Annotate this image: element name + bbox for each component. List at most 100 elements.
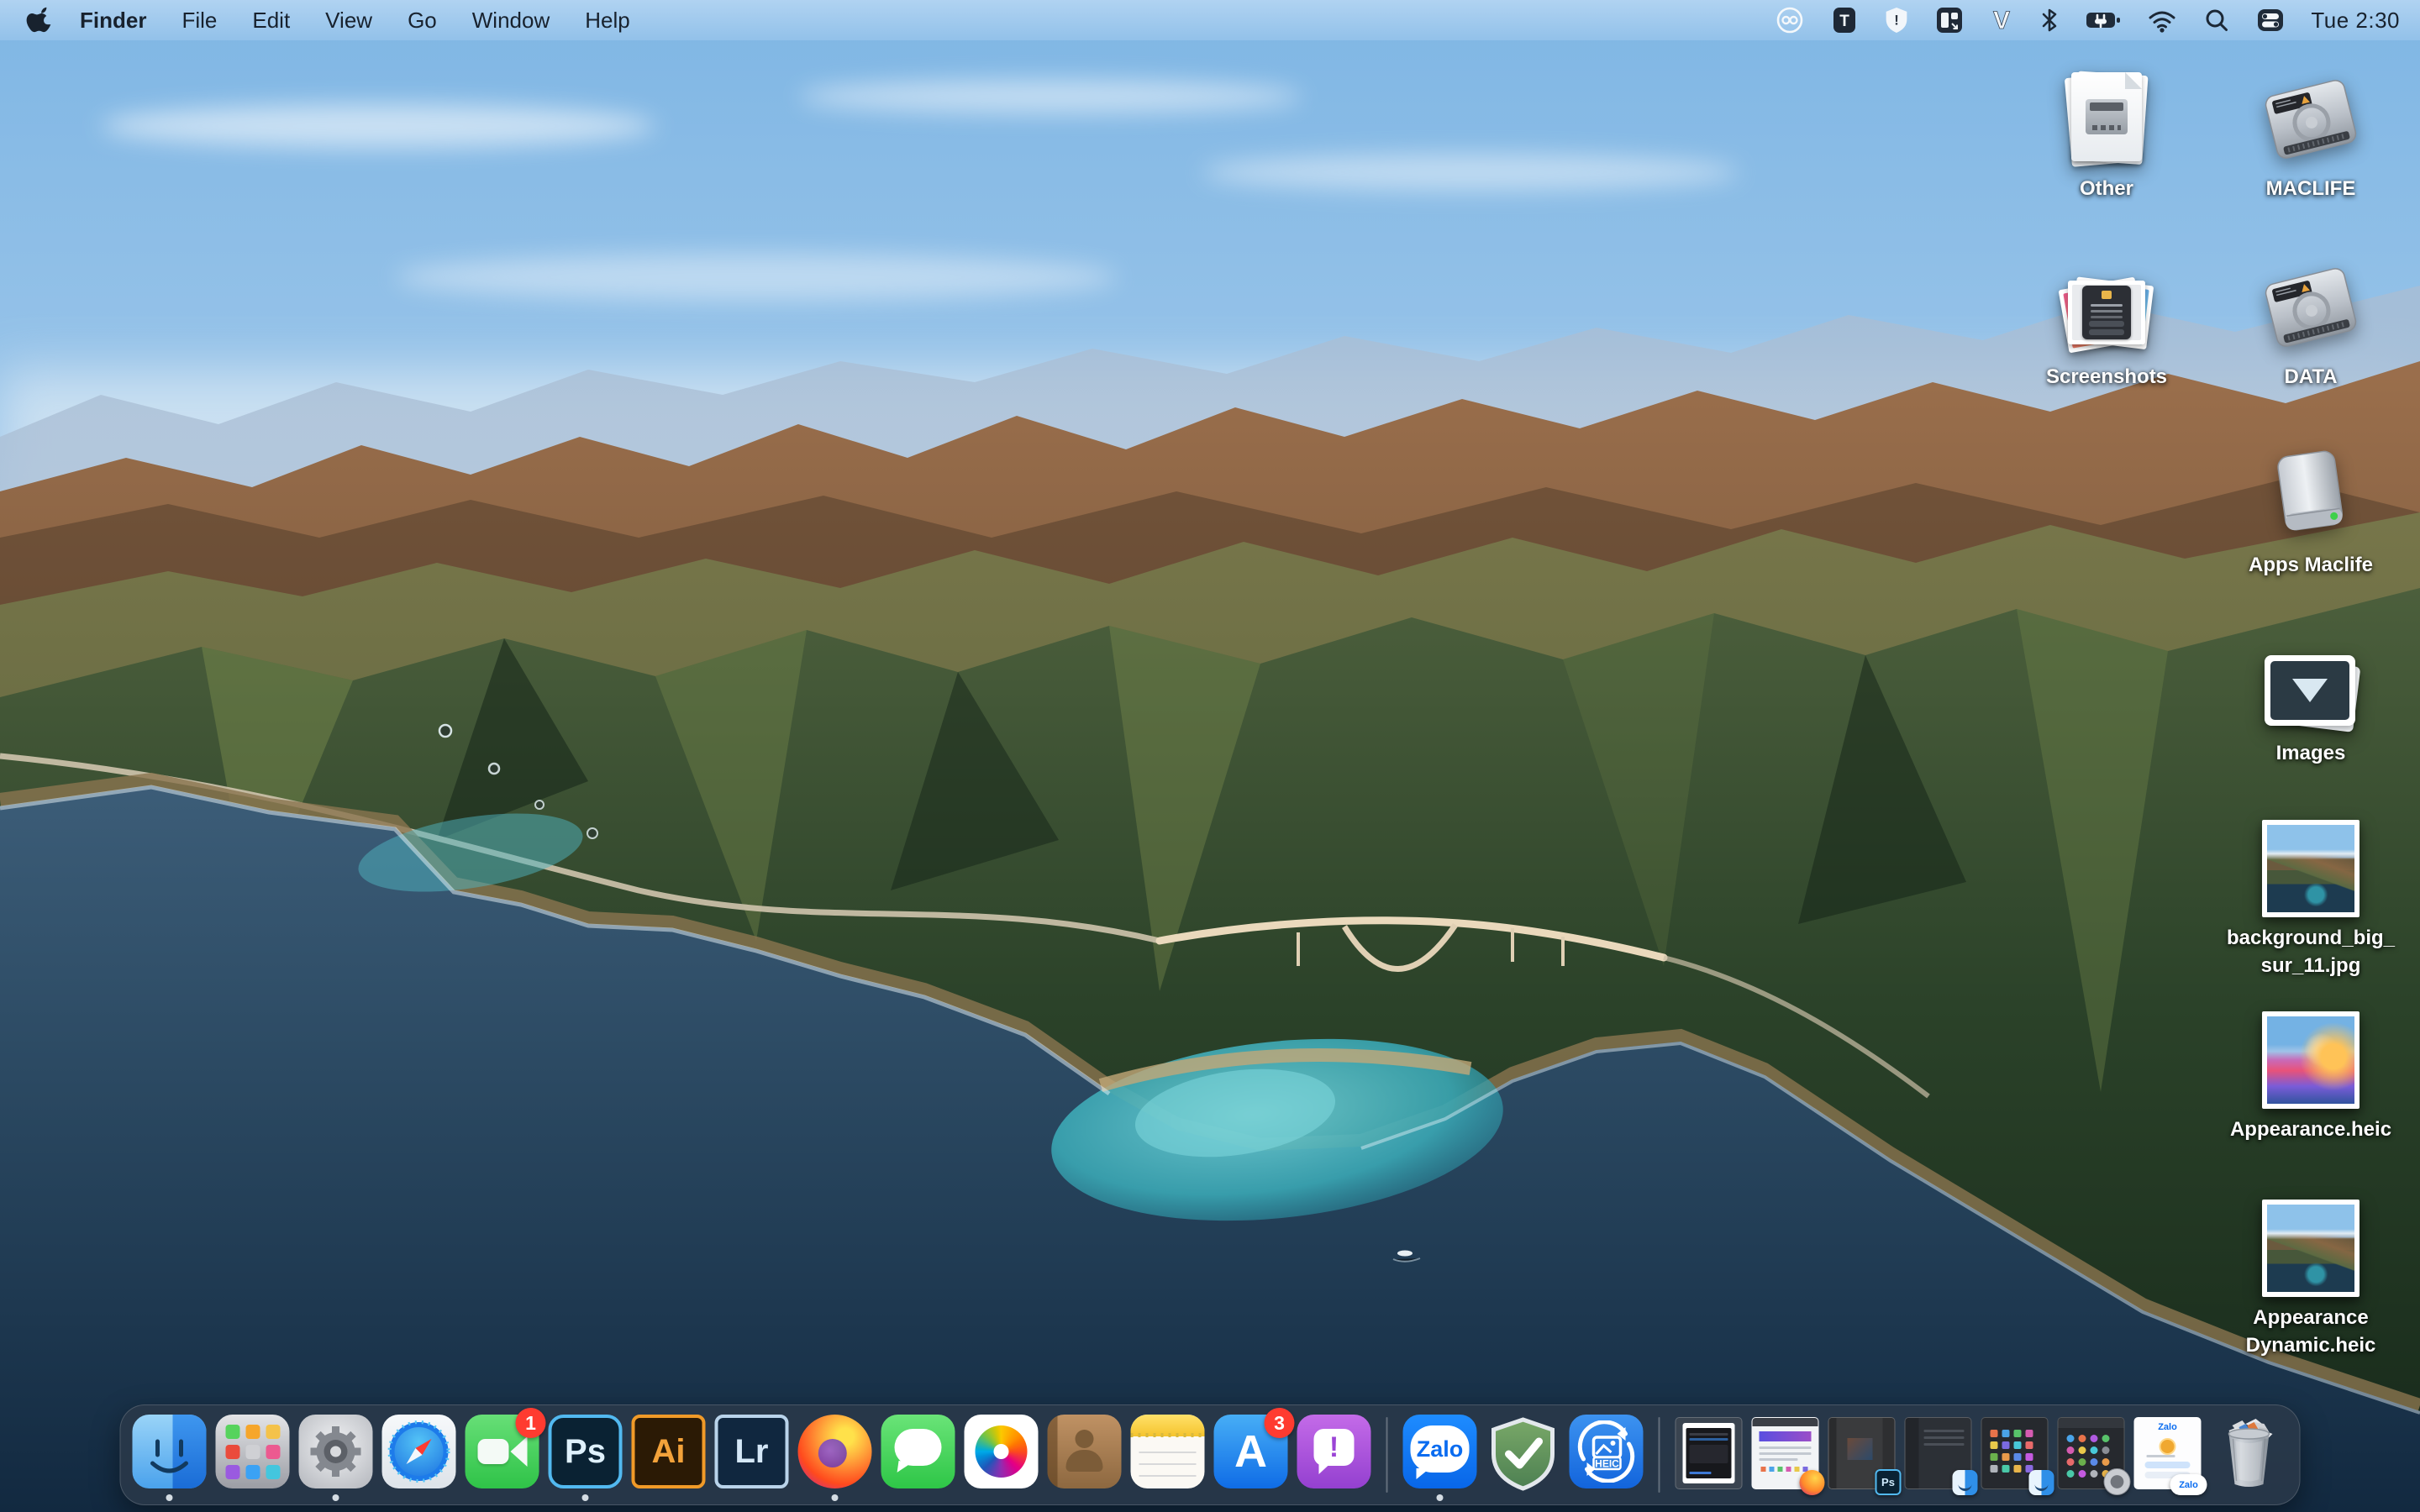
menu-help[interactable]: Help xyxy=(567,0,647,40)
minimized-window-finder-icons[interactable] xyxy=(1981,1417,2049,1489)
dock-app-notes[interactable] xyxy=(1131,1415,1205,1488)
desktop-item-images[interactable]: Images xyxy=(2222,627,2400,767)
battery-charging-icon[interactable] xyxy=(2086,5,2121,35)
dock-app-launchpad[interactable] xyxy=(216,1415,290,1488)
dock-app-messages[interactable] xyxy=(881,1415,955,1488)
dock-app-system-preferences[interactable] xyxy=(299,1415,373,1488)
dock-app-firefox[interactable] xyxy=(798,1415,872,1488)
exclamation-glyph: ! xyxy=(1314,1429,1355,1466)
launchpad-icon xyxy=(216,1415,290,1488)
apple-menu[interactable] xyxy=(15,6,62,34)
desktop-item-label: Appearance.heic xyxy=(2222,1116,2400,1143)
desktop-item-label: Appearance Dynamic.heic xyxy=(2222,1304,2400,1359)
spotlight-search-icon[interactable] xyxy=(2203,5,2230,35)
messages-icon xyxy=(881,1415,955,1488)
svg-text:T: T xyxy=(1840,13,1850,30)
dock-app-security-shield[interactable] xyxy=(1486,1415,1560,1488)
bluetooth-icon[interactable] xyxy=(2039,5,2060,35)
photos-icon xyxy=(965,1415,1039,1488)
minimized-window-photoshop[interactable]: Ps xyxy=(1828,1417,1896,1489)
wifi-icon[interactable] xyxy=(2147,5,2177,35)
running-indicator xyxy=(333,1494,339,1501)
dock-app-safari[interactable] xyxy=(382,1415,456,1488)
running-indicator xyxy=(582,1494,589,1501)
creative-cloud-icon[interactable] xyxy=(1775,5,1805,35)
desktop-item-label: DATA xyxy=(2222,363,2400,391)
lightroom-glyph: Lr xyxy=(735,1433,769,1471)
image-stack-icon xyxy=(2222,627,2400,732)
apple-logo-icon xyxy=(26,6,51,34)
dock-app-heic-converter[interactable]: HEIC xyxy=(1570,1415,1644,1488)
app-store-glyph: A xyxy=(1234,1425,1267,1478)
dock: 1 Ps Ai Lr xyxy=(120,1404,2301,1505)
zalo-glyph: Zalo xyxy=(1411,1425,1470,1473)
trash-full[interactable] xyxy=(2211,1414,2288,1491)
dock-app-illustrator[interactable]: Ai xyxy=(632,1415,706,1488)
dock-app-app-store[interactable]: A 3 xyxy=(1214,1415,1288,1488)
photoshop-badge-icon: Ps xyxy=(1876,1469,1902,1495)
document-stack-icon xyxy=(2018,62,2196,168)
image-file-icon xyxy=(2222,811,2400,917)
v-utility-icon[interactable]: V xyxy=(1990,5,2013,35)
system-preferences-icon xyxy=(299,1415,373,1488)
contacts-icon xyxy=(1048,1415,1122,1488)
dock-app-zalo[interactable]: Zalo xyxy=(1403,1415,1477,1488)
desktop-item-appearance-dynamic-heic[interactable]: Appearance Dynamic.heic xyxy=(2222,1191,2400,1359)
running-indicator xyxy=(166,1494,173,1501)
desktop-item-label: Images xyxy=(2222,739,2400,767)
desktop-item-background-jpg[interactable]: background_big_sur_11.jpg xyxy=(2222,811,2400,979)
illustrator-icon: Ai xyxy=(632,1415,706,1488)
running-indicator xyxy=(1437,1494,1444,1501)
desktop-item-label: MACLIFE xyxy=(2222,175,2400,202)
finder-icon xyxy=(133,1415,207,1488)
menu-bar-status: T ! V Tue 2:30 xyxy=(1775,5,2420,35)
desktop-item-data[interactable]: DATA xyxy=(2222,250,2400,391)
gear-badge-icon xyxy=(2104,1468,2131,1495)
external-drive-icon xyxy=(2222,438,2400,544)
zalo-icon: Zalo xyxy=(1403,1415,1477,1488)
desktop-item-apps-maclife[interactable]: Apps Maclife xyxy=(2222,438,2400,579)
menu-bar-left: Finder File Edit View Go Window Help xyxy=(0,0,648,40)
minimized-window-zalo[interactable]: Zalo Zalo xyxy=(2134,1417,2202,1489)
firefox-badge-icon xyxy=(1800,1470,1825,1495)
minimized-window-software-update[interactable] xyxy=(1676,1417,1743,1489)
dock-separator xyxy=(1386,1417,1388,1493)
menu-window[interactable]: Window xyxy=(455,0,567,40)
menu-go[interactable]: Go xyxy=(390,0,455,40)
menu-app-name[interactable]: Finder xyxy=(62,0,164,40)
minimized-window-finder[interactable] xyxy=(1905,1417,1972,1489)
desktop-item-other[interactable]: Other xyxy=(2018,62,2196,202)
security-shield-icon xyxy=(1489,1417,1558,1491)
dock-app-photos[interactable] xyxy=(965,1415,1039,1488)
shield-alert-icon[interactable]: ! xyxy=(1884,5,1909,35)
safari-icon xyxy=(382,1415,456,1488)
desktop-item-appearance-heic[interactable]: Appearance.heic xyxy=(2222,1003,2400,1143)
menu-view[interactable]: View xyxy=(308,0,390,40)
lightroom-icon: Lr xyxy=(715,1415,789,1488)
dock-app-feedback-assistant[interactable]: ! xyxy=(1297,1415,1371,1488)
svg-text:V: V xyxy=(1993,7,2010,34)
notification-badge: 3 xyxy=(1265,1408,1295,1438)
control-center-icon[interactable] xyxy=(2256,5,2285,35)
desktop-item-maclife[interactable]: MACLIFE xyxy=(2222,62,2400,202)
dock-app-photoshop[interactable]: Ps xyxy=(549,1415,623,1488)
window-manager-icon[interactable] xyxy=(1935,5,1964,35)
menu-edit[interactable]: Edit xyxy=(234,0,308,40)
trash-icon xyxy=(2211,1414,2288,1491)
minimized-window-system-preferences[interactable] xyxy=(2058,1417,2125,1489)
dock-app-lightroom[interactable]: Lr xyxy=(715,1415,789,1488)
photo-stack-icon xyxy=(2018,250,2196,356)
photoshop-icon: Ps xyxy=(549,1415,623,1488)
dock-app-finder[interactable] xyxy=(133,1415,207,1488)
dock-app-contacts[interactable] xyxy=(1048,1415,1122,1488)
t-utility-icon[interactable]: T xyxy=(1831,5,1858,35)
dock-app-facetime[interactable]: 1 xyxy=(466,1415,539,1488)
menu-file[interactable]: File xyxy=(164,0,234,40)
illustrator-glyph: Ai xyxy=(652,1433,686,1471)
image-file-icon xyxy=(2222,1191,2400,1297)
minimized-window-firefox[interactable] xyxy=(1752,1417,1819,1489)
finder-badge-icon xyxy=(1953,1470,1978,1495)
desktop-item-screenshots[interactable]: Screenshots xyxy=(2018,250,2196,391)
image-file-icon xyxy=(2222,1003,2400,1109)
menu-bar-clock[interactable]: Tue 2:30 xyxy=(2311,8,2400,34)
